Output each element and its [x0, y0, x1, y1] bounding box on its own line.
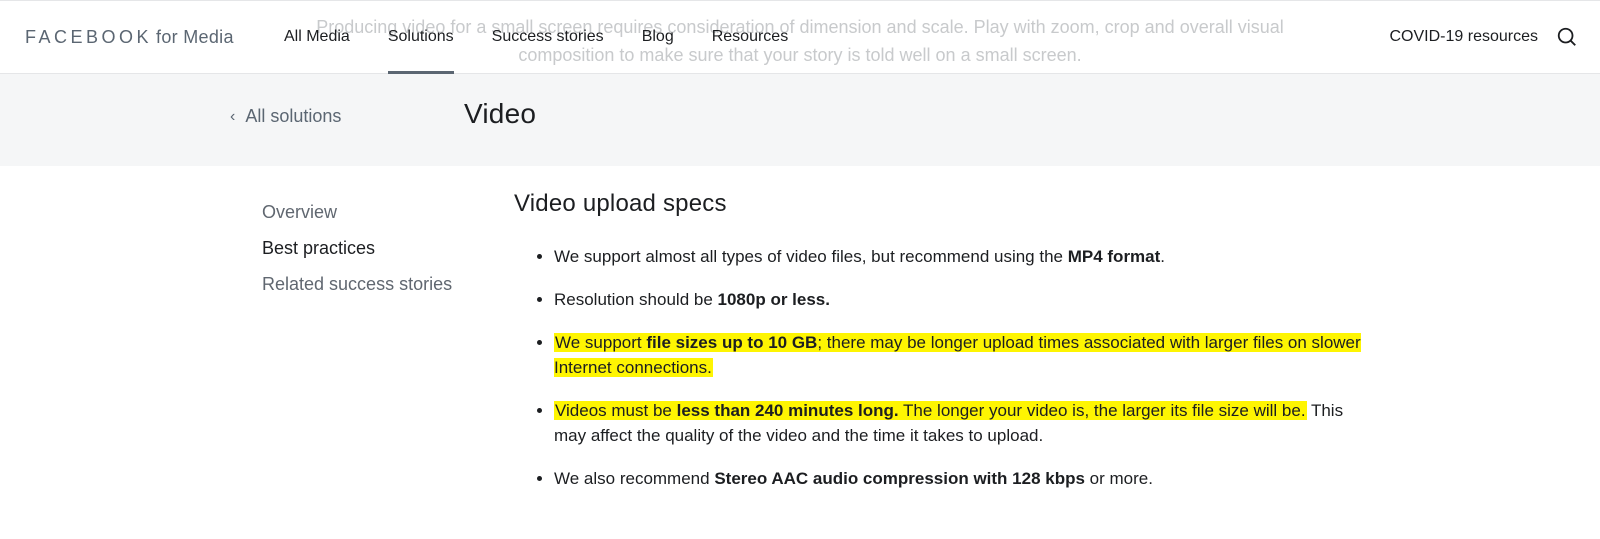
spec-strong: file sizes up to 10 GB — [646, 333, 817, 352]
right-nav: COVID-19 resources — [1390, 26, 1579, 48]
back-label: All solutions — [245, 106, 341, 127]
spec-text: . — [1160, 247, 1165, 266]
spec-item: Resolution should be 1080p or less. — [554, 287, 1374, 312]
spec-text: We support — [555, 333, 646, 352]
spec-list: We support almost all types of video fil… — [514, 244, 1374, 491]
search-icon — [1556, 26, 1578, 48]
spec-strong: 1080p or less. — [718, 290, 830, 309]
nav-success-stories[interactable]: Success stories — [492, 1, 604, 73]
sidebar: Overview Best practices Related success … — [0, 190, 464, 509]
highlight: Videos must be less than 240 minutes lon… — [554, 401, 1307, 420]
spec-item: Videos must be less than 240 minutes lon… — [554, 398, 1374, 448]
spec-text: or more. — [1085, 469, 1153, 488]
sidebar-item-overview[interactable]: Overview — [262, 194, 464, 230]
sidebar-item-related-success-stories[interactable]: Related success stories — [262, 266, 464, 302]
section-title: Video upload specs — [514, 190, 1374, 218]
spec-text: Resolution should be — [554, 290, 718, 309]
brand-main: FACEBOOK — [25, 27, 152, 48]
spec-item: We support almost all types of video fil… — [554, 244, 1374, 269]
back-all-solutions[interactable]: ‹ All solutions — [230, 106, 341, 127]
sidebar-item-best-practices[interactable]: Best practices — [262, 230, 464, 266]
top-nav-bar: Producing video for a small screen requi… — [0, 0, 1600, 74]
covid-resources-link[interactable]: COVID-19 resources — [1390, 28, 1539, 46]
spec-item: We support file sizes up to 10 GB; there… — [554, 330, 1374, 380]
nav-blog[interactable]: Blog — [642, 1, 674, 73]
spec-text: We also recommend — [554, 469, 714, 488]
spec-strong: MP4 format — [1068, 247, 1161, 266]
main-content: Video upload specs We support almost all… — [464, 190, 1374, 509]
spec-text: The longer your video is, the larger its… — [899, 401, 1306, 420]
page-title: Video — [464, 98, 536, 130]
main-nav: All Media Solutions Success stories Blog… — [284, 1, 788, 73]
spec-text: We support almost all types of video fil… — [554, 247, 1068, 266]
spec-strong: Stereo AAC audio compression with 128 kb… — [714, 469, 1085, 488]
ghost-background-text: Producing video for a small screen requi… — [0, 13, 1600, 69]
nav-solutions[interactable]: Solutions — [388, 1, 454, 73]
nav-resources[interactable]: Resources — [712, 1, 788, 73]
sub-header-band: ‹ All solutions Video — [0, 74, 1600, 166]
brand-logo[interactable]: FACEBOOK for Media — [25, 27, 234, 48]
chevron-left-icon: ‹ — [230, 108, 235, 126]
highlight: We support file sizes up to 10 GB; there… — [554, 333, 1361, 377]
search-button[interactable] — [1556, 26, 1578, 48]
brand-sub: for Media — [156, 27, 234, 48]
spec-strong: less than 240 minutes long. — [677, 401, 899, 420]
nav-all-media[interactable]: All Media — [284, 1, 350, 73]
content-area: Overview Best practices Related success … — [0, 166, 1600, 509]
spec-item: We also recommend Stereo AAC audio compr… — [554, 466, 1374, 491]
spec-text: Videos must be — [555, 401, 677, 420]
